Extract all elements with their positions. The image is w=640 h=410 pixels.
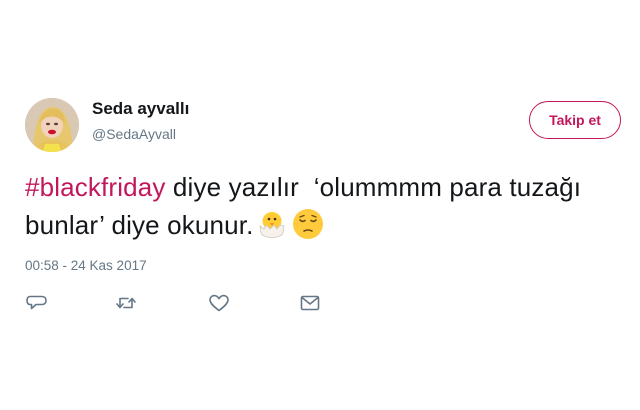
tweet-timestamp[interactable]: 00:58 - 24 Kas 2017: [25, 258, 147, 273]
hatching-chick-emoji: [255, 207, 289, 241]
reply-icon[interactable]: [25, 292, 49, 314]
like-icon[interactable]: [207, 292, 231, 314]
avatar[interactable]: [25, 98, 79, 152]
pensive-face-emoji: [291, 207, 325, 241]
author-display-name[interactable]: Seda ayvallı: [92, 99, 189, 119]
tweet-text: #blackfriday diye yazılır ‘olummmm para …: [25, 168, 615, 244]
hashtag-link[interactable]: #blackfriday: [25, 172, 166, 202]
retweet-icon[interactable]: [114, 292, 138, 314]
tweet-card: Seda ayvallı @SedaAyvall Takip et #black…: [0, 0, 640, 410]
author-handle[interactable]: @SedaAyvall: [92, 126, 176, 142]
direct-message-icon[interactable]: [298, 292, 322, 314]
follow-button[interactable]: Takip et: [529, 101, 621, 139]
